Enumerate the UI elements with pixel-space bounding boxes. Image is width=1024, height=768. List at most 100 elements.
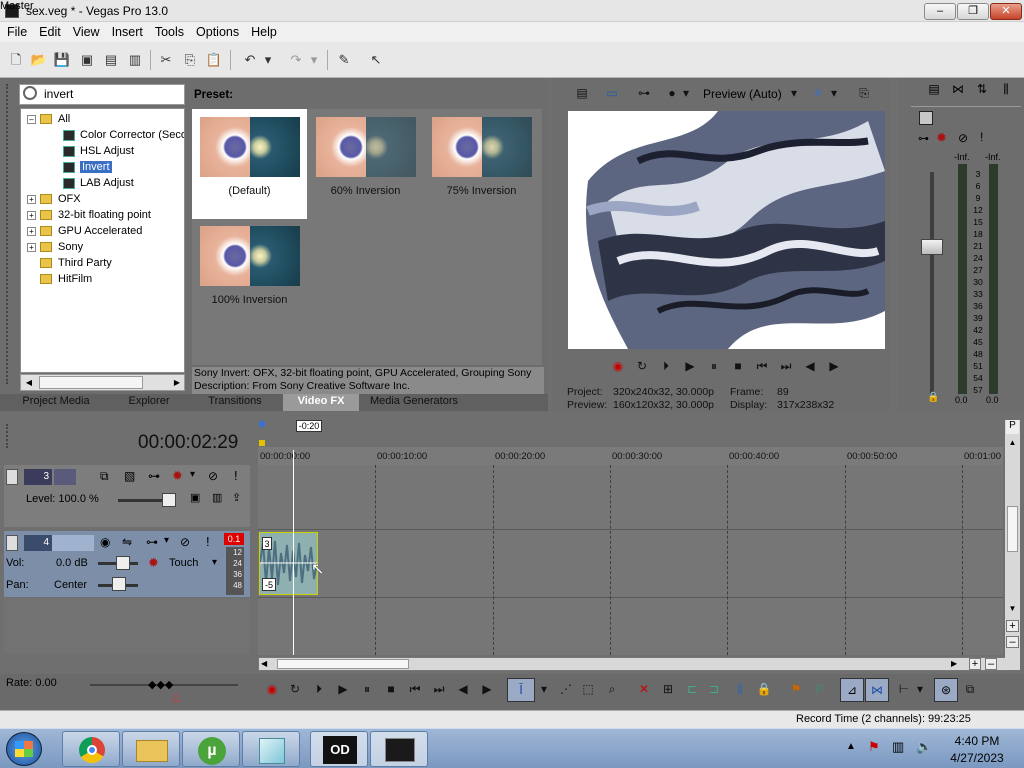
taskbar-notepad[interactable] [242, 731, 300, 767]
preview-properties-icon[interactable]: ▤ [572, 83, 592, 103]
timeline-grip[interactable] [6, 424, 14, 448]
menu-help[interactable]: Help [244, 22, 277, 42]
redo-dropdown-icon[interactable]: ▾ [308, 50, 320, 70]
go-to-end-icon[interactable]: ⏭ [776, 356, 796, 376]
record-icon[interactable]: ◉ [608, 356, 628, 376]
taskbar-date[interactable]: 4/27/2023 [942, 751, 1012, 765]
tree-item-invert[interactable]: Invert [63, 159, 112, 175]
preset-60-inversion[interactable]: 60% Inversion [308, 109, 423, 219]
solo-icon[interactable]: ! [980, 130, 983, 144]
timeline-vertical-scrollbar[interactable]: P ▲ ▼ + – [1005, 420, 1020, 670]
insert-marker-icon[interactable]: ⚑ [786, 679, 806, 699]
scroll-left-icon[interactable]: ◀ [261, 658, 271, 670]
record-icon[interactable]: ◉ [262, 679, 282, 699]
scroll-thumb[interactable] [277, 659, 409, 669]
track-fx-icon[interactable]: ✹ [172, 468, 183, 484]
tray-action-center-icon[interactable]: ▥ [892, 739, 904, 755]
previous-frame-icon[interactable]: ◀ [453, 679, 473, 699]
solo-icon[interactable]: ! [234, 468, 238, 483]
copy-snapshot-icon[interactable]: ⎘ [854, 83, 874, 103]
lock-icon[interactable]: 🔒 [754, 679, 774, 699]
tree-item-gpu[interactable]: + GPU Accelerated [27, 223, 142, 239]
zoom-out-vertical-icon[interactable]: – [1006, 636, 1019, 648]
loop-icon[interactable]: ↻ [632, 356, 652, 376]
copy-icon[interactable]: ⎘ [180, 50, 200, 70]
dim-output-icon[interactable]: ⇅ [974, 82, 990, 98]
audio-clip[interactable]: 3 -5 [259, 532, 318, 595]
meter-options-icon[interactable]: ⫼ [998, 82, 1014, 98]
master-fader-handle[interactable] [921, 239, 943, 255]
taskbar-chrome[interactable] [62, 731, 120, 767]
loop-icon[interactable]: ↻ [285, 679, 305, 699]
external-monitor-icon[interactable]: ▭ [602, 83, 622, 103]
mute-icon[interactable]: ⊘ [208, 469, 218, 483]
timeline-horizontal-scrollbar[interactable]: ◀ ▶ + – [258, 657, 1008, 671]
pan-slider-thumb[interactable] [112, 577, 126, 591]
mute-icon[interactable]: ⊘ [958, 131, 968, 145]
scroll-thumb[interactable] [39, 376, 143, 389]
next-frame-icon[interactable]: ▶ [824, 356, 844, 376]
preview-quality-icon[interactable]: ● [662, 83, 682, 103]
scroll-right-icon[interactable]: ▶ [951, 658, 961, 670]
tray-expand-icon[interactable]: ▲ [846, 741, 856, 752]
minimize-button[interactable]: – [924, 3, 956, 20]
preset-75-inversion[interactable]: 75% Inversion [424, 109, 539, 219]
undo-icon[interactable]: ↶ [240, 50, 260, 70]
stop-icon[interactable]: ■ [381, 679, 401, 699]
taskbar-vegas[interactable] [370, 731, 428, 767]
level-slider-thumb[interactable] [162, 493, 176, 507]
menu-tools[interactable]: Tools [148, 22, 184, 42]
track-minimize-icon[interactable] [6, 469, 18, 485]
fx-chain-icon[interactable]: ⊶ [146, 535, 158, 549]
dropdown-icon[interactable]: ▾ [788, 83, 800, 103]
tree-item-lab-adjust[interactable]: LAB Adjust [63, 175, 134, 191]
tab-explorer[interactable]: Explorer [112, 394, 186, 411]
rate-slider-thumb[interactable]: ◆◆◆ [148, 678, 173, 691]
insert-region-icon[interactable]: ⚐ [810, 679, 830, 699]
tab-transitions[interactable]: Transitions [192, 394, 278, 411]
invert-phase-icon[interactable]: ⇋ [122, 535, 132, 549]
tray-network-icon[interactable]: ⚑ [868, 739, 880, 755]
go-to-start-icon[interactable]: ⏮ [752, 356, 772, 376]
bus-fx-icon[interactable]: ✹ [936, 130, 947, 146]
dropdown-icon[interactable]: ▾ [212, 557, 217, 568]
automation-mode-select[interactable]: Touch [169, 557, 198, 569]
zoom-in-vertical-icon[interactable]: + [1006, 620, 1019, 632]
trim-start-icon[interactable]: ⊏ [682, 679, 702, 699]
dropdown-icon[interactable]: ▾ [680, 83, 692, 103]
dropdown-icon[interactable]: ▾ [164, 535, 169, 546]
fx-chain-icon[interactable]: ⊶ [148, 469, 160, 483]
scroll-up-icon[interactable]: ▲ [1006, 438, 1019, 450]
tree-item-hitfilm[interactable]: HitFilm [40, 271, 92, 287]
pause-icon[interactable]: ⏸ [704, 356, 724, 376]
playhead-cursor[interactable] [293, 450, 294, 655]
lock-envelopes-icon[interactable]: ⊛ [934, 678, 958, 702]
track-list-menu-icon[interactable]: P [1006, 420, 1019, 434]
tree-item-all[interactable]: – All [27, 111, 70, 127]
tree-item-sony[interactable]: + Sony [27, 239, 83, 255]
loop-region-marker[interactable] [259, 421, 265, 427]
stop-icon[interactable]: ■ [728, 356, 748, 376]
auto-ripple-icon[interactable]: ⊢ [894, 679, 914, 699]
snapping-icon[interactable]: ⊿ [840, 678, 864, 702]
save-icon[interactable]: 💾 [52, 50, 72, 70]
tab-project-media[interactable]: Project Media [10, 394, 102, 411]
menu-edit[interactable]: Edit [32, 22, 61, 42]
taskbar-time[interactable]: 4:40 PM [942, 734, 1012, 748]
upload-icon[interactable]: ⇪ [232, 491, 241, 504]
track-minimize-icon[interactable] [6, 535, 18, 551]
solo-icon[interactable]: ! [206, 534, 210, 549]
dropdown-icon[interactable]: ▾ [190, 469, 195, 480]
video-track-header[interactable]: 3 ⧉ ▧ ⊶ ✹ ▾ ⊘ ! Level: 100.0 % ▣ ▥ ⇪ [4, 465, 250, 527]
taskbar-app[interactable]: OD [310, 731, 368, 767]
tab-media-generators[interactable]: Media Generators [364, 394, 464, 411]
scroll-down-icon[interactable]: ▼ [1006, 604, 1019, 616]
marker-flag[interactable] [259, 440, 265, 446]
split-icon[interactable]: ⫼ [730, 679, 750, 699]
preset-100-inversion[interactable]: 100% Inversion [192, 218, 307, 328]
new-project-icon[interactable]: 🗋 [6, 50, 26, 70]
compositing-mode-icon[interactable]: ⧉ [100, 469, 109, 484]
fx-search-input[interactable]: invert [19, 84, 185, 105]
close-button[interactable]: ✕ [990, 3, 1022, 20]
zoom-out-horizontal-icon[interactable]: – [985, 658, 997, 670]
